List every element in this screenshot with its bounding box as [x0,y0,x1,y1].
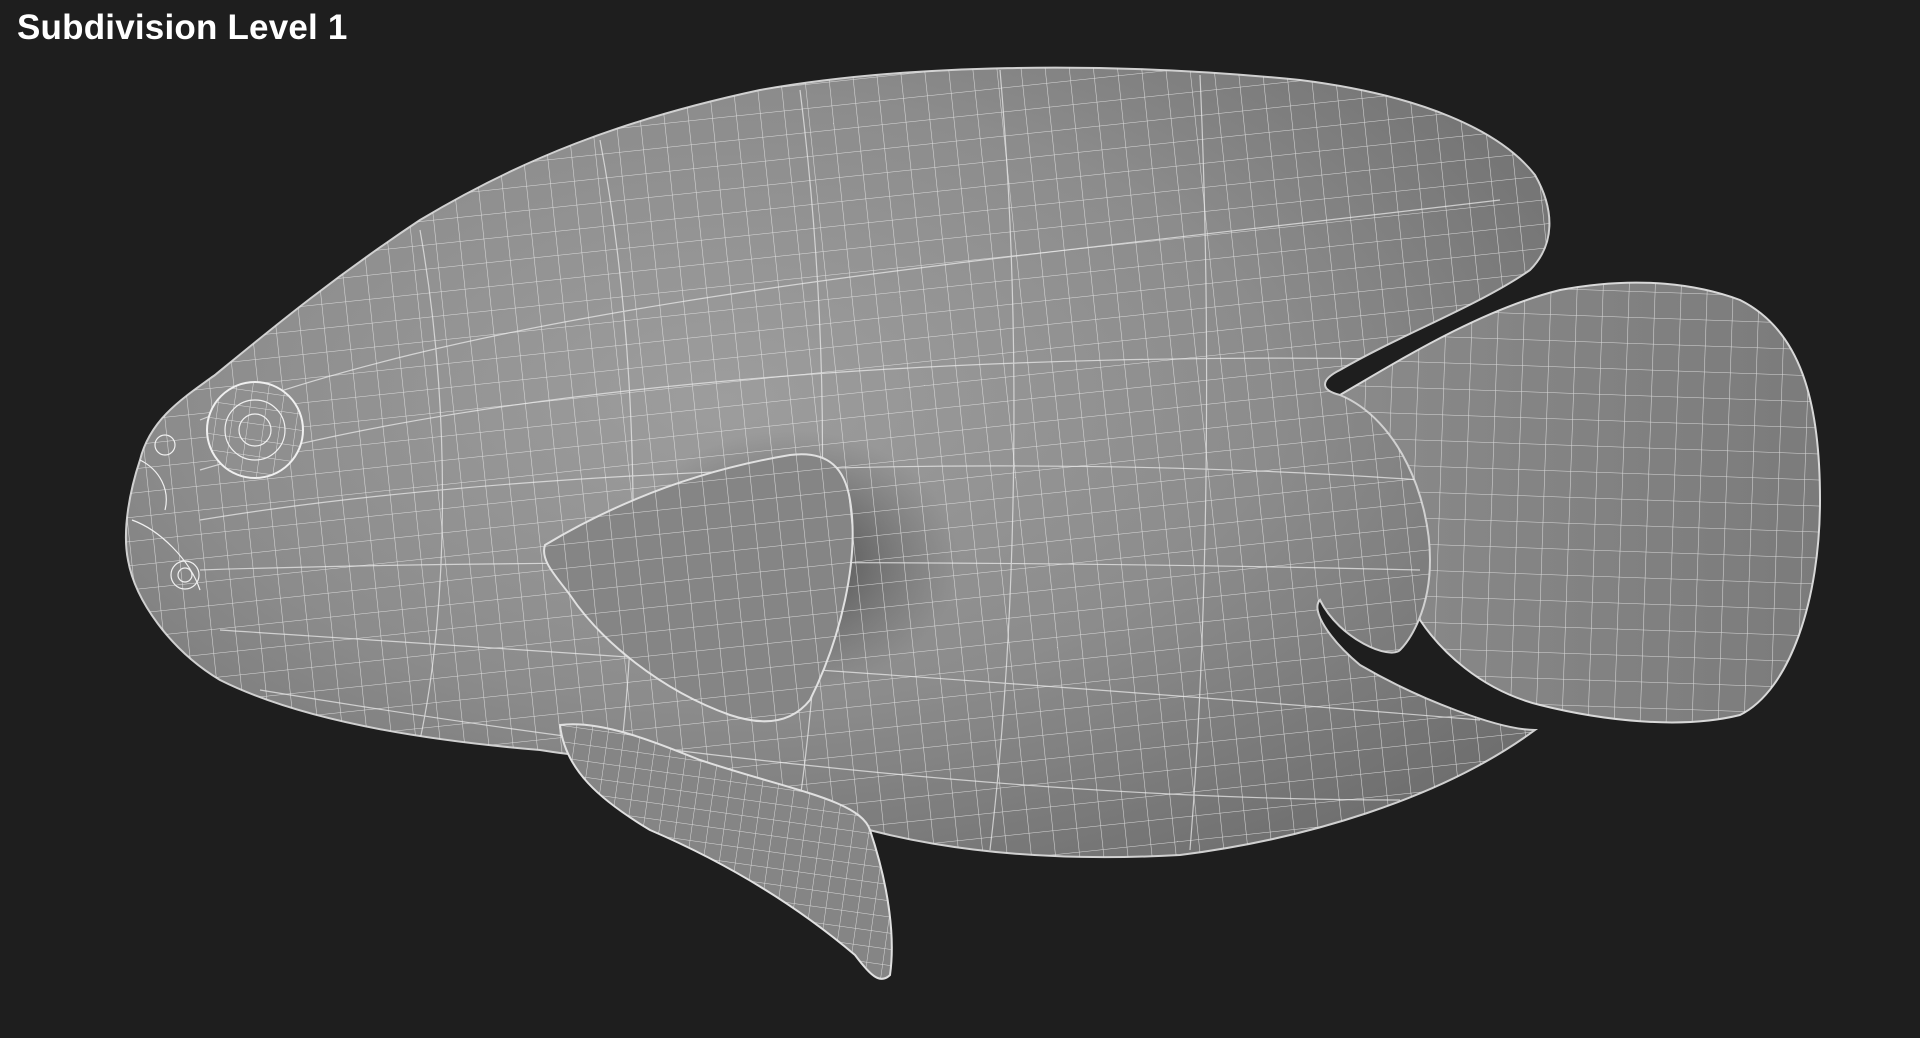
subdivision-level-label: Subdivision Level 1 [17,8,348,47]
3d-viewport[interactable]: Subdivision Level 1 [0,0,1920,1038]
fish-body [124,66,1551,859]
fish-model-render [124,66,1822,980]
